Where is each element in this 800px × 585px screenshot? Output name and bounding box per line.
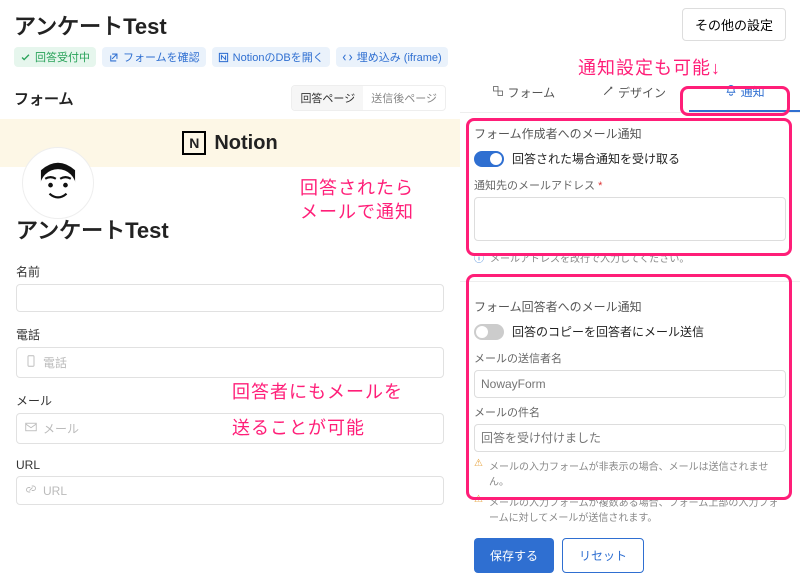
design-icon [602,85,614,100]
external-icon [108,52,119,63]
tag-open-db-label: NotionのDBを開く [233,49,324,65]
tab-notify-label: 通知 [741,83,765,100]
creator-toggle-label: 回答された場合通知を受け取る [512,150,680,167]
other-settings-button[interactable]: その他の設定 [682,8,786,41]
warn-text-1: メールの入力フォームが非表示の場合、メールは送信されません。 [489,458,786,488]
mail-icon [25,421,37,436]
page-tabs[interactable]: 回答ページ 送信後ページ [291,85,446,111]
subject-input[interactable] [474,424,786,452]
address-label: 通知先のメールアドレス [474,180,595,192]
sender-name-input[interactable] [474,370,786,398]
name-input[interactable] [16,284,444,312]
mail-placeholder[interactable]: メール [43,420,79,437]
tag-accepting: 回答受付中 [14,47,96,67]
phone-icon [25,355,37,370]
tab-design[interactable]: デザイン [579,73,690,112]
creator-notify-toggle[interactable] [474,151,504,167]
warn-icon: ⚠ [474,494,483,505]
tab-answer-page[interactable]: 回答ページ [292,86,363,110]
tab-form[interactable]: フォーム [468,73,579,112]
address-info: メールアドレスを改行で入力してください。 [490,250,689,265]
field-name-label: 名前 [16,263,444,280]
tag-check-form-label: フォームを確認 [123,49,200,65]
check-icon [20,52,31,63]
respondent-section-title: フォーム回答者へのメール通知 [474,298,786,315]
sender-label: メールの送信者名 [474,350,786,366]
required-asterisk: * [598,180,602,192]
notion-n-icon: N [182,131,206,155]
page-title: アンケートTest [14,9,167,41]
link-icon [25,483,37,498]
respondent-notify-toggle[interactable] [474,324,504,340]
tag-open-db[interactable]: NotionのDBを開く [212,47,330,67]
notify-address-input[interactable] [474,197,786,241]
avatar [22,147,94,219]
tag-embed[interactable]: 埋め込み (iframe) [336,47,448,67]
tag-accepting-label: 回答受付中 [35,49,90,65]
bell-icon [725,84,737,99]
tab-notify[interactable]: 通知 [689,73,800,112]
form-icon [492,85,504,100]
field-mail-label: メール [16,392,444,409]
info-icon: ⓘ [474,250,484,265]
field-url-label: URL [16,458,444,472]
field-phone-label: 電話 [16,326,444,343]
code-icon [342,52,353,63]
phone-placeholder[interactable]: 電話 [43,354,67,371]
tag-check-form[interactable]: フォームを確認 [102,47,206,67]
warn-text-2: メールの入力フォームが複数ある場合、フォーム上部の入力フォームに対してメールが送… [489,494,786,524]
creator-section-title: フォーム作成者へのメール通知 [474,125,786,142]
left-heading: フォーム [14,88,74,109]
save-button[interactable]: 保存する [474,538,554,573]
notion-logo: N Notion [182,131,277,155]
tab-after-submit-page[interactable]: 送信後ページ [363,86,445,110]
form-title: アンケートTest [16,213,444,245]
notion-icon [218,52,229,63]
tab-design-label: デザイン [618,84,666,101]
url-placeholder[interactable]: URL [43,484,67,498]
tab-form-label: フォーム [508,84,556,101]
reset-button[interactable]: リセット [562,538,644,573]
subject-label: メールの件名 [474,404,786,420]
notion-logo-text: Notion [214,132,277,155]
warn-icon: ⚠ [474,458,483,469]
respondent-toggle-label: 回答のコピーを回答者にメール送信 [512,323,704,340]
tag-embed-label: 埋め込み (iframe) [357,49,442,65]
